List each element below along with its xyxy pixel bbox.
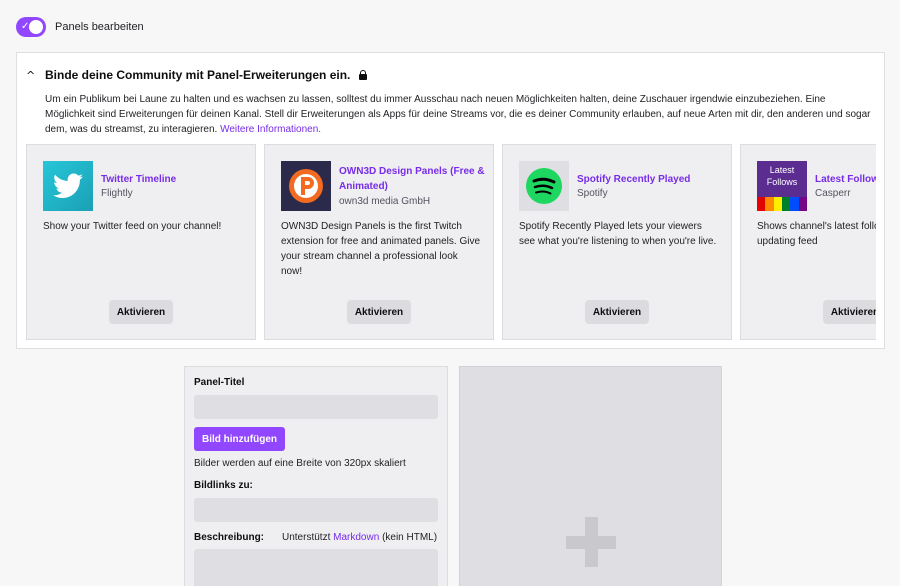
extension-name[interactable]: Twitter Timeline [101, 172, 251, 187]
panel-title-input[interactable] [194, 395, 438, 419]
lock-icon [359, 70, 368, 80]
toggle-knob [29, 20, 43, 34]
extensions-description-text: Um ein Publikum bei Laune zu halten und … [45, 94, 871, 135]
markdown-note: Unterstützt Markdown (kein HTML) [282, 532, 437, 543]
plus-icon-bar [566, 536, 616, 549]
extension-card-latest-follows: Latest Follows Latest Followe Casperr Sh… [740, 144, 876, 340]
description-label: Beschreibung: [194, 532, 265, 543]
extension-developer: Casperr [815, 188, 851, 199]
activate-button[interactable]: Aktivieren [823, 300, 876, 324]
extension-description: Spotify Recently Played lets your viewer… [519, 221, 717, 247]
extension-developer: own3d media GmbH [339, 196, 431, 207]
extension-card-own3d: OWN3D Design Panels (Free & Animated) ow… [264, 144, 494, 340]
image-link-input[interactable] [194, 498, 438, 522]
edit-panels-label: Panels bearbeiten [55, 21, 144, 33]
more-info-link[interactable]: Weitere Informationen. [220, 124, 321, 135]
extensions-box: ^ Binde deine Community mit Panel-Erweit… [16, 52, 885, 349]
extension-name[interactable]: Spotify Recently Played [577, 172, 727, 187]
image-scale-note: Bilder werden auf eine Breite von 320px … [194, 458, 406, 469]
chevron-up-icon[interactable]: ^ [26, 69, 40, 82]
latest-follows-logo-text: Latest Follows [766, 165, 798, 187]
extension-description: OWN3D Design Panels is the first Twitch … [281, 221, 481, 277]
extension-developer: Flightly [101, 188, 133, 199]
activate-button[interactable]: Aktivieren [109, 300, 173, 324]
activate-button[interactable]: Aktivieren [585, 300, 649, 324]
activate-button[interactable]: Aktivieren [347, 300, 411, 324]
extension-description: Show your Twitter feed on your channel! [43, 221, 222, 232]
edit-panels-toggle[interactable]: ✓ [16, 17, 46, 37]
markdown-prefix: Unterstützt [282, 532, 331, 543]
twitter-bird-icon [43, 161, 93, 211]
extensions-box-description: Um ein Publikum bei Laune zu halten und … [45, 92, 875, 137]
markdown-link[interactable]: Markdown [333, 532, 379, 543]
extension-developer: Spotify [577, 188, 608, 199]
extensions-box-header[interactable]: ^ Binde deine Community mit Panel-Erweit… [26, 68, 368, 82]
own3d-logo-icon [281, 161, 331, 211]
extension-card-twitter: Twitter Timeline Flightly Show your Twit… [26, 144, 256, 340]
description-textarea[interactable] [194, 549, 438, 586]
extensions-box-title: Binde deine Community mit Panel-Erweiter… [45, 68, 351, 82]
add-image-button[interactable]: Bild hinzufügen [194, 427, 285, 451]
rainbow-stripes [757, 197, 807, 211]
extension-card-spotify: Spotify Recently Played Spotify Spotify … [502, 144, 732, 340]
extension-description: Shows channel's latest follo train in a … [757, 221, 876, 247]
panel-title-label: Panel-Titel [194, 377, 245, 388]
edit-panels-toggle-row: ✓ Panels bearbeiten [16, 17, 144, 37]
image-link-label: Bildlinks zu: [194, 480, 253, 491]
spotify-icon [519, 161, 569, 211]
extension-cards: Twitter Timeline Flightly Show your Twit… [26, 144, 876, 340]
latest-follows-icon: Latest Follows [757, 161, 807, 211]
extension-name[interactable]: OWN3D Design Panels (Free & Animated) [339, 164, 489, 194]
add-panel-button[interactable] [459, 366, 722, 586]
markdown-suffix: (kein HTML) [382, 532, 438, 543]
panel-editor: Panel-Titel Bild hinzufügen Bilder werde… [184, 366, 448, 586]
extension-name[interactable]: Latest Followe [815, 172, 876, 187]
